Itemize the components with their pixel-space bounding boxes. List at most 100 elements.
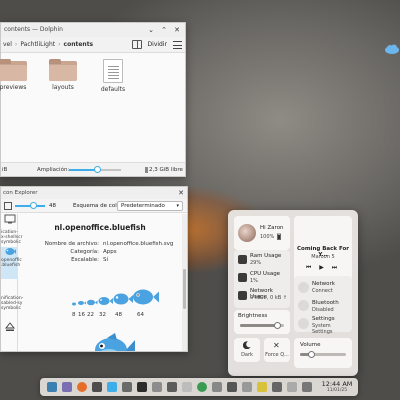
app-icon[interactable] — [122, 382, 132, 392]
slider-handle[interactable] — [273, 322, 281, 329]
wifi-icon[interactable] — [298, 282, 309, 293]
slider-handle[interactable] — [94, 166, 102, 173]
app-icon[interactable] — [257, 382, 267, 392]
next-track-icon[interactable]: ⏭ — [332, 264, 340, 271]
bluetooth-label: Bluetooth — [312, 300, 339, 306]
zoom-slider[interactable] — [69, 166, 121, 173]
breadcrumb-item[interactable]: vel — [3, 41, 12, 48]
app-icon[interactable] — [62, 382, 72, 392]
taskbar: 12:44 AM 11/01/25 — [40, 378, 358, 396]
app-icon[interactable] — [152, 382, 162, 392]
hamburger-menu-icon[interactable] — [173, 40, 182, 49]
brightness-label: Brightness — [238, 313, 268, 319]
icon-list-item[interactable] — [1, 214, 18, 228]
volume-slider[interactable] — [300, 351, 346, 358]
title-bar[interactable]: contents — Dolphin ⌄ ⌃ ✕ — [1, 23, 185, 37]
bluefish-icon-8 — [72, 302, 76, 306]
app-icon[interactable] — [212, 382, 222, 392]
window-title: con Explorer — [3, 190, 38, 196]
scrollbar-thumb[interactable] — [183, 269, 186, 309]
ram-label: Ram Usage — [250, 253, 282, 259]
scrollbar[interactable] — [182, 214, 187, 351]
terminal-icon[interactable] — [137, 382, 147, 392]
property-key: Escalable: — [71, 257, 99, 263]
minimize-icon[interactable]: ⌄ — [147, 26, 155, 34]
network-usage-icon — [238, 291, 247, 300]
slider-handle[interactable] — [308, 351, 315, 358]
text-file-icon — [103, 59, 123, 83]
toolbar: 48 Esquema de color: Predeterminado ▾ — [1, 199, 187, 213]
app-icon[interactable] — [287, 382, 297, 392]
dark-label: Dark — [241, 352, 253, 358]
app-icon[interactable] — [272, 382, 282, 392]
volume-tile: Volume — [294, 338, 352, 368]
app-icon[interactable] — [197, 382, 207, 392]
app-icon[interactable] — [182, 382, 192, 392]
media-player-tile[interactable]: Coming Back For Y... Maroon 5 ⏮ ▶ ⏭ — [294, 216, 352, 284]
bluefish-icon — [5, 248, 16, 255]
dark-mode-button[interactable]: Dark — [234, 338, 260, 362]
bluetooth-icon[interactable] — [298, 300, 309, 311]
size-label: 8 — [72, 312, 76, 318]
network-status: Connect — [312, 288, 333, 294]
app-icon[interactable] — [167, 382, 177, 392]
close-icon[interactable]: ✕ — [173, 26, 181, 34]
icon-size-slider[interactable] — [15, 202, 45, 209]
storage-icon — [145, 167, 148, 173]
property-row: Nombre de archivo: nl.openoffice.bluefis… — [19, 241, 181, 249]
cloud-icon[interactable] — [384, 44, 400, 54]
slider-handle[interactable] — [29, 202, 37, 209]
status-bar: iB Ampliación: 2,3 GiB libre — [1, 162, 185, 176]
icon-list-item[interactable]: nification- sabled-sy symbolic — [1, 296, 23, 318]
property-key: Categoría: — [70, 249, 99, 255]
network-label: Network — [312, 281, 335, 287]
battery-level: 100% — [260, 234, 275, 240]
file-view: previews layouts defaults — [0, 53, 185, 157]
app-icon[interactable] — [242, 382, 252, 392]
bluefish-large-icon — [95, 333, 135, 351]
breadcrumb-item[interactable]: PachtliLight — [20, 41, 55, 48]
breadcrumb-item-current[interactable]: contents — [64, 41, 94, 48]
app-icon[interactable] — [227, 382, 237, 392]
app-icon[interactable] — [92, 382, 102, 392]
window-title: contents — Dolphin — [4, 26, 63, 33]
app-icon[interactable] — [302, 382, 312, 392]
battery-icon — [277, 233, 281, 240]
bluefish-icon-32 — [98, 297, 113, 305]
icon-list: ication- x-shellscr symbolic openoffic .… — [1, 214, 23, 351]
chevron-right-icon: › — [14, 41, 18, 48]
icon-list-item[interactable] — [1, 322, 18, 336]
bluefish-icon-64 — [133, 289, 159, 305]
split-button[interactable]: Dividir — [148, 41, 167, 48]
close-icon: ✕ — [273, 341, 280, 350]
play-icon[interactable]: ▶ — [319, 264, 327, 271]
property-row: Escalable: Sí — [19, 257, 181, 265]
file-item[interactable]: defaults — [93, 59, 133, 93]
color-scheme-select[interactable]: Predeterminado ▾ — [117, 201, 183, 211]
title-bar[interactable]: con Explorer ✕ — [1, 187, 187, 199]
media-artist: Maroon 5 — [311, 254, 335, 260]
app-launcher-icon[interactable] — [47, 382, 57, 392]
icon-size-previews: 8 16 22 32 48 64 — [19, 282, 181, 322]
icon-list-item[interactable]: ication- x-shellscr symbolic — [1, 228, 22, 246]
user-greeting: Hi Zaron — [260, 225, 284, 231]
brightness-slider[interactable] — [240, 322, 284, 329]
clock[interactable]: 12:44 AM 11/01/25 — [318, 380, 356, 393]
previous-track-icon[interactable]: ⏮ — [306, 264, 314, 271]
settings-icon[interactable] — [298, 318, 309, 329]
user-tile[interactable]: Hi Zaron 100% — [234, 216, 290, 250]
maximize-icon[interactable]: ⌃ — [160, 26, 168, 34]
cpu-label: CPU Usage — [250, 271, 281, 277]
icon-size-value: 48 — [49, 203, 56, 209]
monitor-icon — [4, 214, 15, 224]
firefox-icon[interactable] — [77, 382, 87, 392]
file-item[interactable]: previews — [0, 59, 33, 91]
property-value: Apps — [103, 249, 117, 255]
close-icon[interactable]: ✕ — [178, 189, 184, 197]
force-quit-button[interactable]: ✕ Force Q... — [264, 338, 290, 362]
file-item[interactable]: layouts — [43, 59, 83, 91]
icon-list-item-selected[interactable]: openoffic .bluefish — [1, 247, 22, 279]
zoom-label: Ampliación: — [37, 167, 70, 173]
dolphin-window: contents — Dolphin ⌄ ⌃ ✕ vel › PachtliLi… — [0, 22, 186, 177]
dolphin-icon[interactable] — [107, 382, 117, 392]
